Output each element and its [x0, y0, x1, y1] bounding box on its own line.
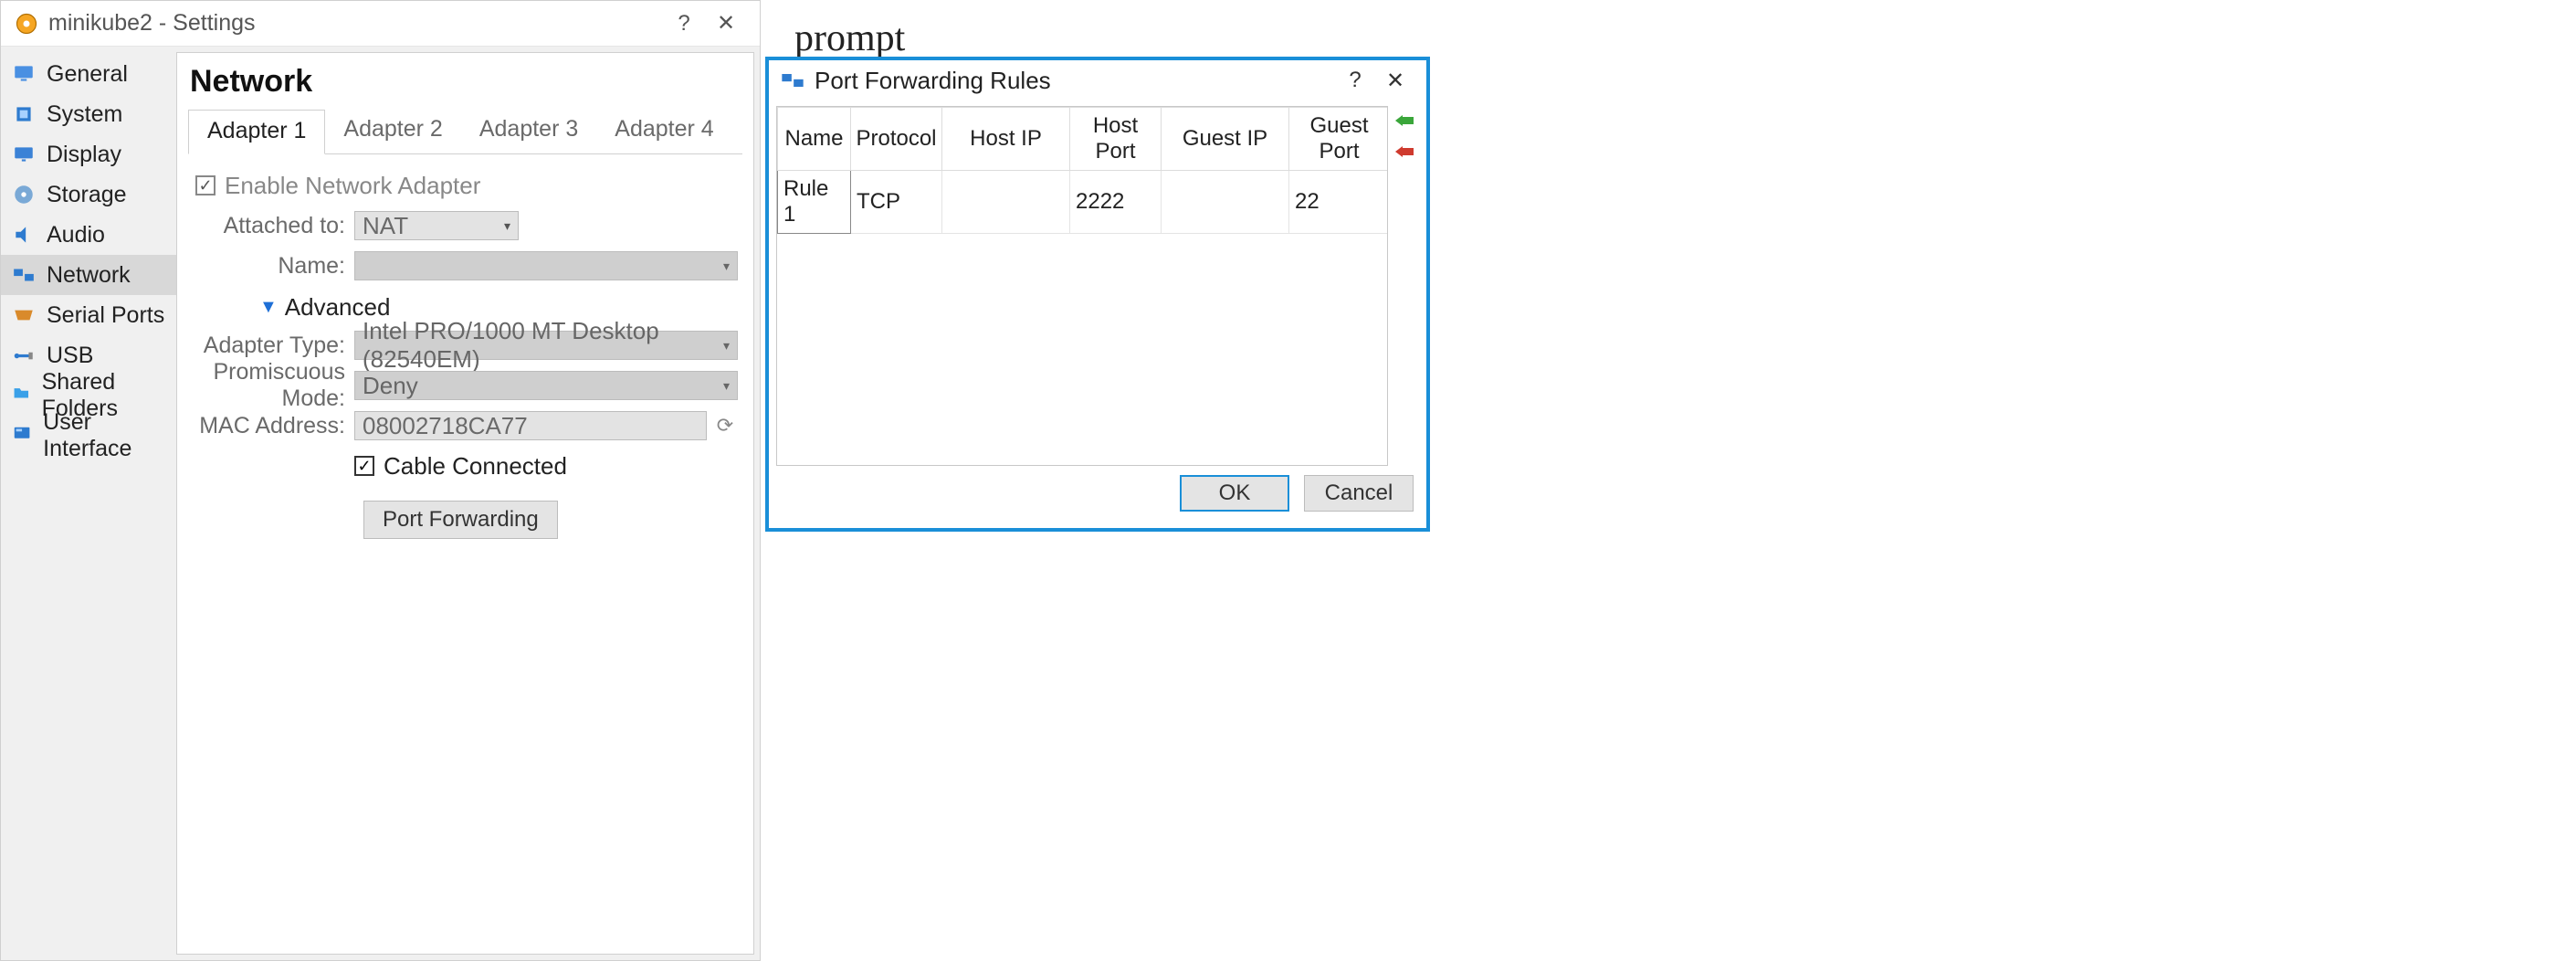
help-icon[interactable]: ? [663, 11, 705, 37]
enable-adapter-label: Enable Network Adapter [225, 172, 480, 200]
sidebar-item-label: User Interface [43, 409, 165, 462]
col-name[interactable]: Name [778, 108, 851, 171]
sidebar-item-label: USB [47, 343, 93, 369]
cell-guest-port[interactable]: 22 [1289, 171, 1389, 234]
disk-icon [12, 183, 36, 206]
col-host-port[interactable]: Host Port [1070, 108, 1162, 171]
tab-adapter-1[interactable]: Adapter 1 [188, 110, 325, 154]
enable-adapter-checkbox[interactable]: Enable Network Adapter [195, 172, 480, 200]
pf-titlebar: Port Forwarding Rules ? ✕ [769, 57, 1426, 100]
chevron-down-icon: ▾ [504, 218, 510, 234]
port-forwarding-button[interactable]: Port Forwarding [363, 501, 558, 539]
col-guest-port[interactable]: Guest Port [1289, 108, 1389, 171]
pf-side-toolbar [1393, 106, 1419, 466]
mac-input[interactable]: 08002718CA77 [354, 411, 707, 440]
cable-connected-checkbox[interactable]: Cable Connected [354, 452, 739, 480]
close-icon[interactable]: ✕ [705, 10, 747, 37]
settings-titlebar: minikube2 - Settings ? ✕ [1, 1, 760, 47]
pf-table[interactable]: Name Protocol Host IP Host Port Guest IP… [776, 106, 1388, 466]
chevron-down-icon: ▾ [723, 378, 730, 394]
monitor-icon [12, 62, 36, 86]
tab-adapter-2[interactable]: Adapter 2 [325, 109, 460, 153]
cell-guest-ip[interactable] [1162, 171, 1289, 234]
port-forwarding-dialog: Port Forwarding Rules ? ✕ Name Protocol … [765, 57, 1430, 532]
sidebar-item-display[interactable]: Display [1, 134, 176, 174]
tab-adapter-3[interactable]: Adapter 3 [461, 109, 596, 153]
cancel-button[interactable]: Cancel [1304, 475, 1414, 512]
name-label: Name: [192, 253, 354, 280]
display-icon [12, 143, 36, 166]
cell-host-port[interactable]: 2222 [1070, 171, 1162, 234]
chevron-down-icon: ▾ [723, 259, 730, 274]
sidebar-item-label: Audio [47, 222, 105, 248]
promiscuous-label: Promiscuous Mode: [192, 359, 354, 412]
remove-rule-icon[interactable] [1393, 143, 1415, 161]
tab-adapter-4[interactable]: Adapter 4 [596, 109, 731, 153]
window-title: minikube2 - Settings [48, 10, 663, 37]
ok-button[interactable]: OK [1180, 475, 1289, 512]
attached-to-select[interactable]: NAT ▾ [354, 211, 519, 240]
promiscuous-select: Deny▾ [354, 371, 738, 400]
gear-icon [14, 11, 39, 37]
ui-icon [12, 424, 32, 448]
adapter-type-label: Adapter Type: [192, 333, 354, 359]
close-icon[interactable]: ✕ [1375, 68, 1415, 94]
refresh-icon[interactable]: ⟳ [714, 414, 736, 438]
sidebar-item-label: General [47, 61, 128, 88]
sidebar-item-label: Network [47, 262, 131, 289]
chevron-down-icon: ▾ [723, 338, 730, 354]
help-icon[interactable]: ? [1335, 68, 1375, 93]
attached-to-label: Attached to: [192, 213, 354, 239]
col-protocol[interactable]: Protocol [851, 108, 942, 171]
settings-content: Network Adapter 1 Adapter 2 Adapter 3 Ad… [176, 52, 754, 955]
usb-icon [12, 343, 36, 367]
sidebar-item-network[interactable]: Network [1, 255, 176, 295]
col-guest-ip[interactable]: Guest IP [1162, 108, 1289, 171]
sidebar-item-serial-ports[interactable]: Serial Ports [1, 295, 176, 335]
folder-icon [12, 384, 31, 407]
network-icon [12, 263, 36, 287]
network-icon [780, 68, 805, 93]
add-rule-icon[interactable] [1393, 111, 1415, 130]
pf-footer: OK Cancel [769, 466, 1426, 521]
cell-protocol[interactable]: TCP [851, 171, 942, 234]
settings-window: minikube2 - Settings ? ✕ General System … [0, 0, 761, 961]
sidebar-item-system[interactable]: System [1, 94, 176, 134]
settings-sidebar: General System Display Storage Audio Net… [1, 47, 176, 960]
cell-host-ip[interactable] [942, 171, 1070, 234]
cable-connected-label: Cable Connected [384, 452, 567, 480]
pf-title: Port Forwarding Rules [815, 67, 1335, 95]
sidebar-item-general[interactable]: General [1, 54, 176, 94]
speaker-icon [12, 223, 36, 247]
sidebar-item-audio[interactable]: Audio [1, 215, 176, 255]
sidebar-item-label: Display [47, 142, 121, 168]
disclosure-triangle-icon: ▼ [259, 297, 278, 318]
sidebar-item-label: Storage [47, 182, 127, 208]
sidebar-item-user-interface[interactable]: User Interface [1, 416, 176, 456]
adapter-tabs: Adapter 1 Adapter 2 Adapter 3 Adapter 4 [188, 109, 742, 154]
serial-icon [12, 303, 36, 327]
col-host-ip[interactable]: Host IP [942, 108, 1070, 171]
background-text: prompt [794, 16, 905, 60]
chip-icon [12, 102, 36, 126]
adapter-type-select: Intel PRO/1000 MT Desktop (82540EM)▾ [354, 331, 738, 360]
cell-name[interactable]: Rule 1 [778, 171, 851, 234]
sidebar-item-label: System [47, 101, 122, 128]
mac-label: MAC Address: [192, 413, 354, 439]
attached-to-value: NAT [363, 212, 408, 240]
sidebar-item-storage[interactable]: Storage [1, 174, 176, 215]
sidebar-item-label: Serial Ports [47, 302, 164, 329]
table-row[interactable]: Rule 1 TCP 2222 22 [778, 171, 1389, 234]
name-select: ▾ [354, 251, 738, 280]
section-title: Network [190, 64, 741, 100]
